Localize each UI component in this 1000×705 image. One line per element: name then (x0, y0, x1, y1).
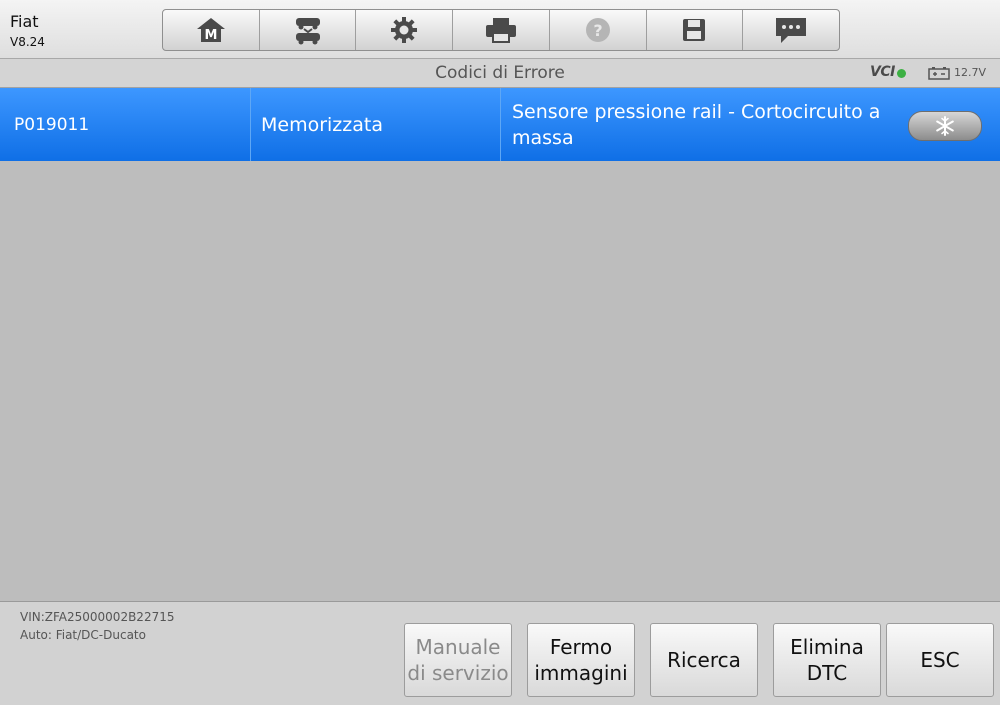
settings-button[interactable] (356, 10, 454, 50)
table-row[interactable]: P019011 Memorizzata Sensore pressione ra… (0, 88, 1000, 161)
save-icon (683, 19, 706, 41)
freeze-images-label: Fermo immagini (534, 635, 628, 685)
home-button[interactable]: M (163, 10, 260, 50)
help-icon: ? (585, 18, 610, 42)
vin-label: VIN:ZFA25000002B22715 (20, 610, 175, 624)
battery-icon (928, 67, 950, 80)
home-icon: M (196, 18, 225, 43)
dtc-code-cell: P019011 (0, 88, 251, 161)
freeze-frame-button[interactable] (908, 111, 982, 141)
save-button[interactable] (647, 10, 744, 50)
top-bar: Fiat V8.24 M ? (0, 0, 1000, 59)
esc-label: ESC (920, 648, 960, 672)
vehicle-label: Auto: Fiat/DC-Ducato (20, 628, 146, 642)
vci-status-label: VCI (870, 64, 895, 80)
service-manual-button[interactable]: Manuale di servizio (404, 623, 512, 697)
page-title: Codici di Errore (435, 63, 565, 83)
print-button[interactable] (453, 10, 550, 50)
message-button[interactable] (743, 10, 839, 50)
snowflake-icon (936, 116, 954, 136)
app-name: Fiat (10, 12, 39, 31)
svg-text:?: ? (593, 21, 602, 40)
freeze-images-button[interactable]: Fermo immagini (527, 623, 635, 697)
title-bar: Codici di Errore VCI 12.7V (0, 59, 1000, 88)
vci-connected-icon (897, 69, 906, 78)
search-label: Ricerca (667, 648, 741, 672)
message-icon (776, 18, 807, 43)
app-version: V8.24 (10, 35, 45, 49)
esc-button[interactable]: ESC (886, 623, 994, 697)
toolbar: M ? (162, 9, 840, 51)
dtc-description: Sensore pressione rail - Cortocircuito a… (512, 100, 881, 149)
help-button[interactable]: ? (550, 10, 647, 50)
footer-bar: VIN:ZFA25000002B22715 Auto: Fiat/DC-Duca… (0, 601, 1000, 705)
service-manual-label: Manuale di servizio (407, 635, 509, 685)
search-button[interactable]: Ricerca (650, 623, 758, 697)
vehicle-swap-icon (295, 18, 320, 45)
vehicle-swap-button[interactable] (260, 10, 357, 50)
home-icon-label: M (204, 28, 217, 43)
clear-dtc-button[interactable]: Elimina DTC (773, 623, 881, 697)
battery-voltage: 12.7V (954, 66, 987, 79)
gear-icon (391, 17, 418, 43)
dtc-status: Memorizzata (261, 113, 383, 136)
printer-icon (486, 18, 517, 43)
dtc-code: P019011 (14, 114, 90, 135)
dtc-status-cell: Memorizzata (250, 88, 501, 161)
clear-dtc-label: Elimina DTC (790, 635, 864, 685)
